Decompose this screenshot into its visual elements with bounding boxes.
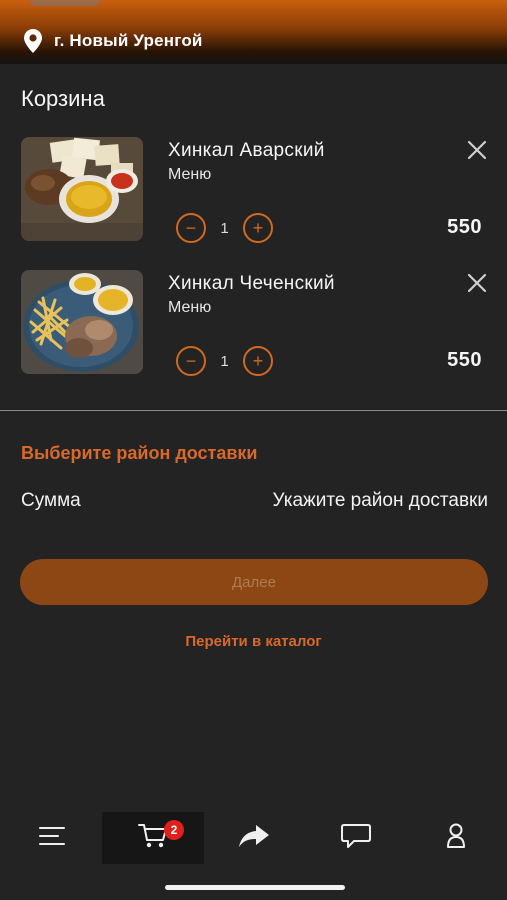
decrement-button[interactable]: − [176,213,206,243]
decrement-button[interactable]: − [176,346,206,376]
cart-item: Хинкал Чеченский Меню − 1 + 550 [0,270,507,380]
product-price: 550 [447,216,482,238]
tab-cart[interactable]: 2 [102,812,204,864]
product-image [21,137,143,241]
product-name: Хинкал Чеченский [168,273,335,294]
next-button-label: Далее [232,573,276,591]
tab-menu[interactable] [20,812,84,864]
remove-item-button[interactable] [464,272,490,298]
close-icon [467,140,487,165]
product-image [21,270,143,374]
quantity-stepper: − 1 + [176,346,273,376]
product-price: 550 [447,349,482,371]
next-button[interactable]: Далее [20,559,488,605]
share-arrow-icon [238,824,270,853]
cart-item: Хинкал Аварский Меню − 1 + 550 [0,137,507,247]
header-notch [30,0,100,6]
sum-label: Сумма [21,490,81,511]
close-icon [467,273,487,298]
choose-district-link[interactable]: Выберите район доставки [21,443,258,464]
quantity-stepper: − 1 + [176,213,273,243]
tab-share[interactable] [222,812,286,864]
quantity-value: 1 [220,352,229,370]
sum-value: Укажите район доставки [272,490,489,511]
quantity-value: 1 [220,219,229,237]
location-city: г. Новый Уренгой [54,31,203,50]
location-selector[interactable]: г. Новый Уренгой [24,29,203,53]
home-indicator [165,885,345,890]
divider [0,410,507,411]
chat-bubble-icon [341,823,371,854]
go-to-catalog-link[interactable]: Перейти в каталог [0,633,507,650]
increment-button[interactable]: + [243,346,273,376]
bottom-tab-bar: 2 [0,812,507,866]
product-category: Меню [168,299,212,316]
map-pin-icon [24,29,42,53]
increment-button[interactable]: + [243,213,273,243]
product-name: Хинкал Аварский [168,140,325,161]
cart-count-badge: 2 [164,820,184,840]
tab-profile[interactable] [424,812,488,864]
profile-icon [446,823,466,854]
page-title: Корзина [21,86,105,111]
app-header: г. Новый Уренгой [0,0,507,64]
menu-lines-icon [39,825,65,852]
product-category: Меню [168,166,212,183]
tab-chat[interactable] [324,812,388,864]
remove-item-button[interactable] [464,139,490,165]
